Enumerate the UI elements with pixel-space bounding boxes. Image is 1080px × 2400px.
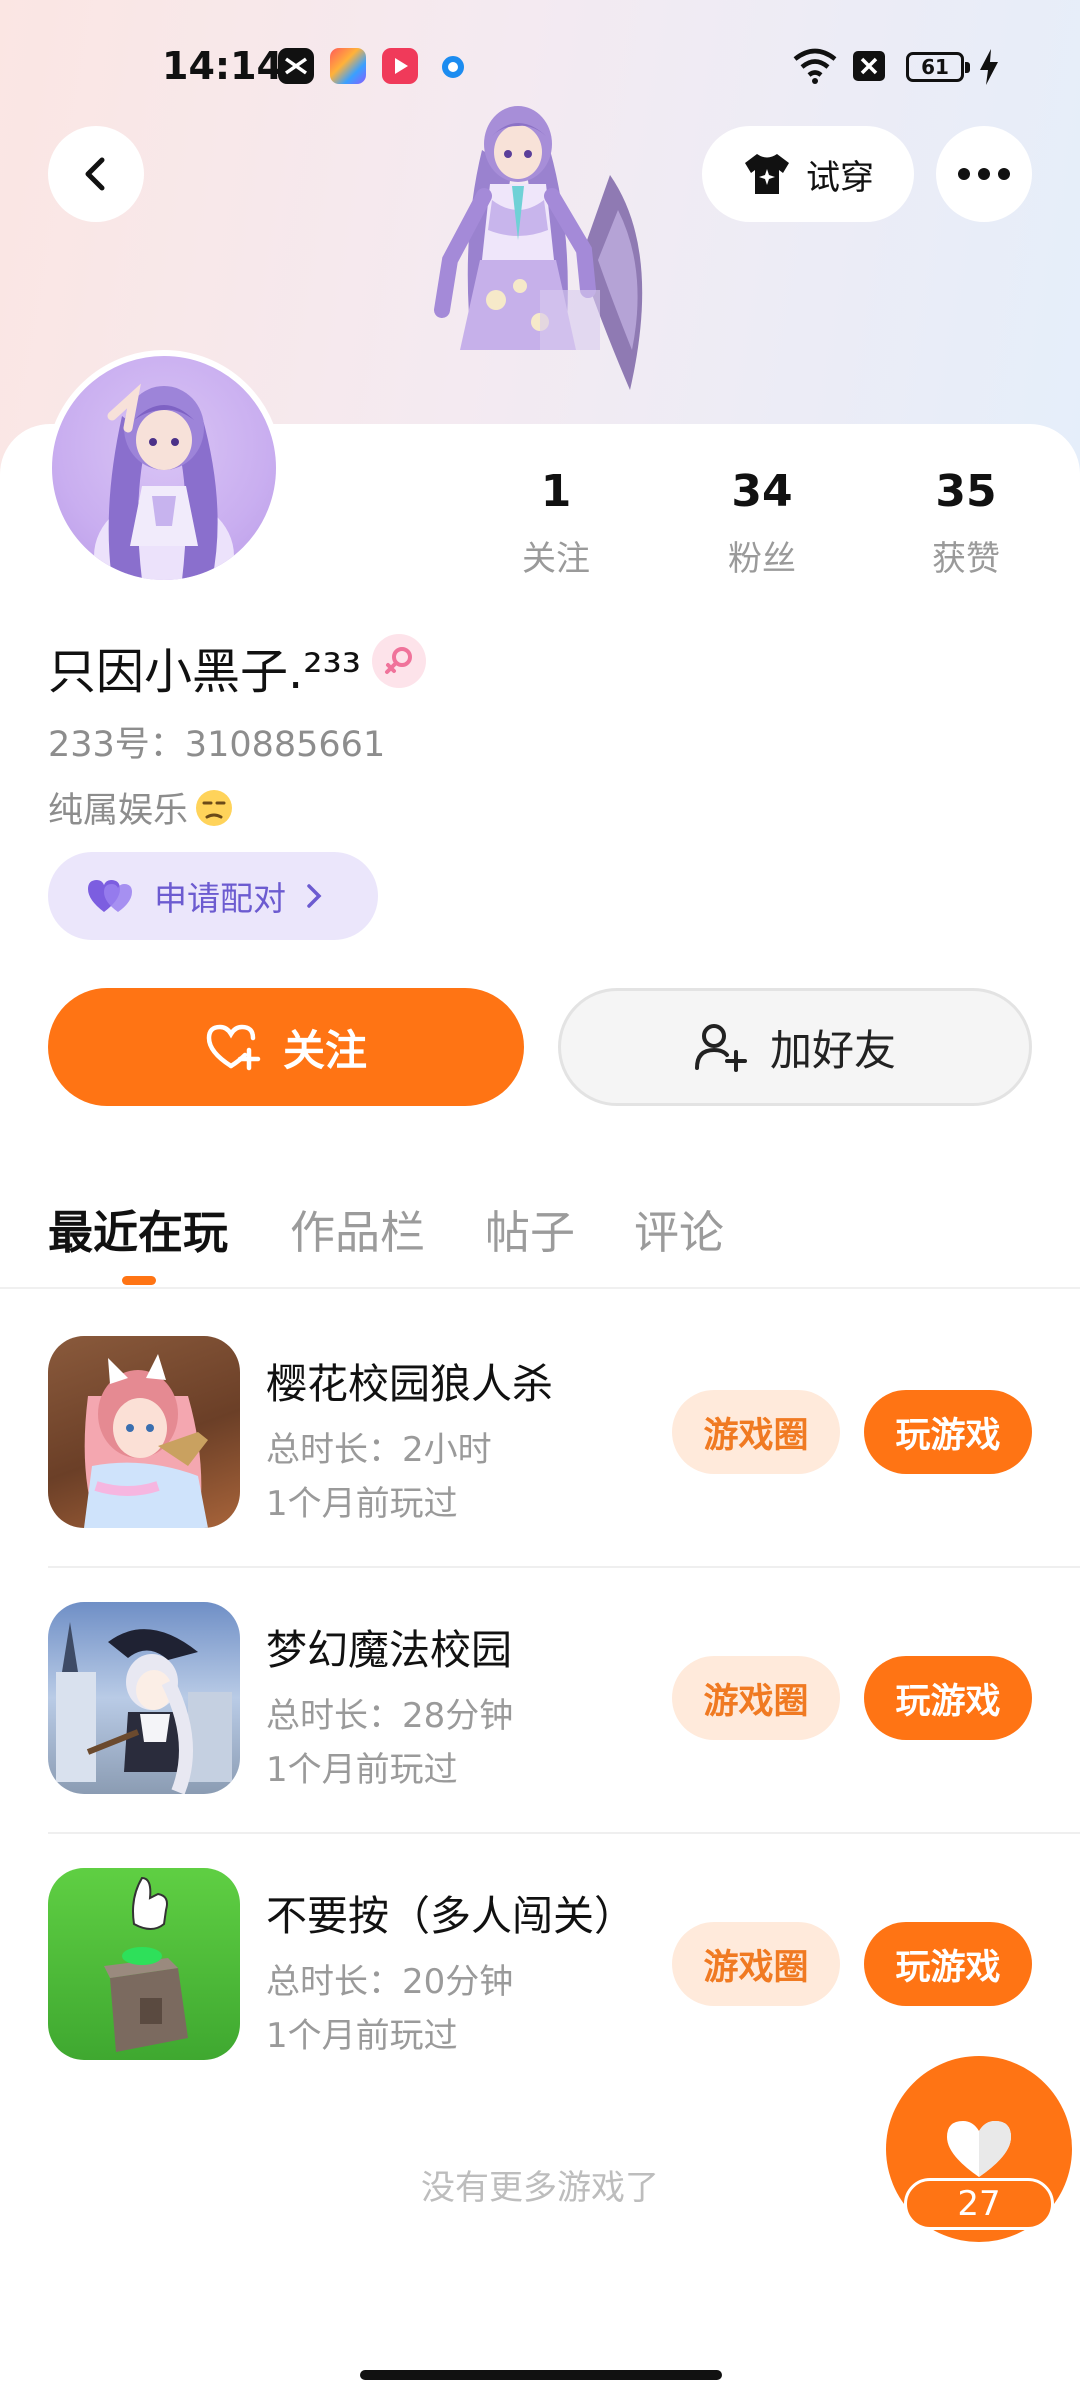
double-heart-icon [88, 880, 132, 912]
avatar-character-illustration [400, 100, 690, 430]
bio-row: 纯属娱乐 [48, 782, 234, 833]
sim-off-icon [852, 50, 886, 90]
game-last-played: 1个月前玩过 [266, 1484, 458, 1524]
game-circle-button[interactable]: 游戏圈 [672, 1390, 840, 1474]
game-row[interactable]: 樱花校园狼人杀 总时长：2小时 1个月前玩过 游戏圈 玩游戏 [48, 1336, 1032, 1528]
chevron-left-icon [85, 157, 105, 191]
heart-plus-icon [206, 1024, 261, 1071]
game-row[interactable]: 梦幻魔法校园 总时长：28分钟 1个月前玩过 游戏圈 玩游戏 [48, 1602, 1032, 1794]
video-app-icon [382, 48, 418, 84]
tab-posts[interactable]: 帖子 [485, 1196, 575, 1261]
game-title: 樱花校园狼人杀 [266, 1360, 553, 1408]
game-last-played: 1个月前玩过 [266, 2016, 458, 2056]
profile-avatar[interactable] [46, 350, 282, 586]
stat-followers[interactable]: 34 粉丝 [682, 466, 842, 580]
heart-icon [947, 2121, 1011, 2177]
more-dots-icon [958, 168, 1010, 180]
row-divider [48, 1566, 1080, 1568]
play-game-button[interactable]: 玩游戏 [864, 1922, 1032, 2006]
follow-label: 关注 [282, 1025, 367, 1075]
game-circle-button[interactable]: 游戏圈 [672, 1922, 840, 2006]
play-game-button[interactable]: 玩游戏 [864, 1390, 1032, 1474]
row-divider [48, 1832, 1080, 1834]
follow-button[interactable]: 关注 [48, 988, 524, 1106]
stat-following-label: 关注 [522, 539, 590, 579]
add-friend-label: 加好友 [769, 1025, 896, 1075]
avatar-image [94, 383, 234, 580]
game-duration: 总时长：2小时 [266, 1430, 492, 1470]
stat-likes-label: 获赞 [932, 539, 1000, 579]
active-tab-indicator [122, 1276, 156, 1285]
request-pair-label: 申请配对 [154, 879, 286, 918]
game-duration: 总时长：20分钟 [266, 1962, 514, 2002]
tab-works[interactable]: 作品栏 [290, 1196, 425, 1261]
bio-text: 纯属娱乐 [48, 791, 189, 831]
stat-likes-value: 35 [935, 466, 997, 517]
game-thumbnail-sakura-werewolf [48, 1336, 240, 1528]
stat-following[interactable]: 1 关注 [476, 466, 636, 580]
battery-indicator: 61 [906, 52, 970, 82]
game-row[interactable]: 不要按（多人闯关） 总时长：20分钟 1个月前玩过 游戏圈 玩游戏 [48, 1868, 1032, 2060]
user-id: 233号：310885661 [48, 725, 386, 765]
game-thumbnail-dont-press [48, 1868, 240, 2060]
game-duration: 总时长：28分钟 [266, 1696, 514, 1736]
try-on-label: 试穿 [806, 157, 874, 198]
capcut-icon [278, 48, 314, 84]
more-button[interactable] [936, 126, 1032, 222]
add-friend-button[interactable]: 加好友 [558, 988, 1032, 1106]
tshirt-icon [745, 154, 789, 194]
request-pair-button[interactable]: 申请配对 [48, 852, 378, 940]
person-add-icon [694, 1024, 747, 1072]
back-button[interactable] [48, 126, 144, 222]
stat-followers-value: 34 [731, 466, 793, 517]
username: 只因小黑子.²³³ [48, 644, 361, 700]
chevron-right-icon [307, 884, 322, 908]
unamused-face-icon [196, 789, 233, 826]
game-last-played: 1个月前玩过 [266, 1750, 458, 1790]
status-time: 14:14 [162, 44, 283, 88]
female-gender-icon [372, 634, 426, 688]
dot-app-icon [442, 56, 464, 78]
game-thumbnail-magic-campus [48, 1602, 240, 1794]
game-circle-button[interactable]: 游戏圈 [672, 1656, 840, 1740]
game-title: 梦幻魔法校园 [266, 1626, 512, 1674]
stat-following-value: 1 [540, 466, 572, 517]
stat-likes[interactable]: 35 获赞 [886, 466, 1046, 580]
home-indicator[interactable] [360, 2370, 722, 2380]
tabs-divider [0, 1287, 1080, 1289]
charging-icon [978, 48, 1000, 88]
tab-comments[interactable]: 评论 [634, 1196, 724, 1261]
like-count-badge: 27 [904, 2178, 1054, 2230]
try-on-button[interactable]: 试穿 [702, 126, 914, 222]
tab-recently-played[interactable]: 最近在玩 [48, 1196, 228, 1261]
wifi-icon [792, 46, 838, 86]
color-app-icon [330, 48, 366, 84]
play-game-button[interactable]: 玩游戏 [864, 1656, 1032, 1740]
game-title: 不要按（多人闯关） [266, 1892, 635, 1940]
stat-followers-label: 粉丝 [728, 539, 796, 579]
